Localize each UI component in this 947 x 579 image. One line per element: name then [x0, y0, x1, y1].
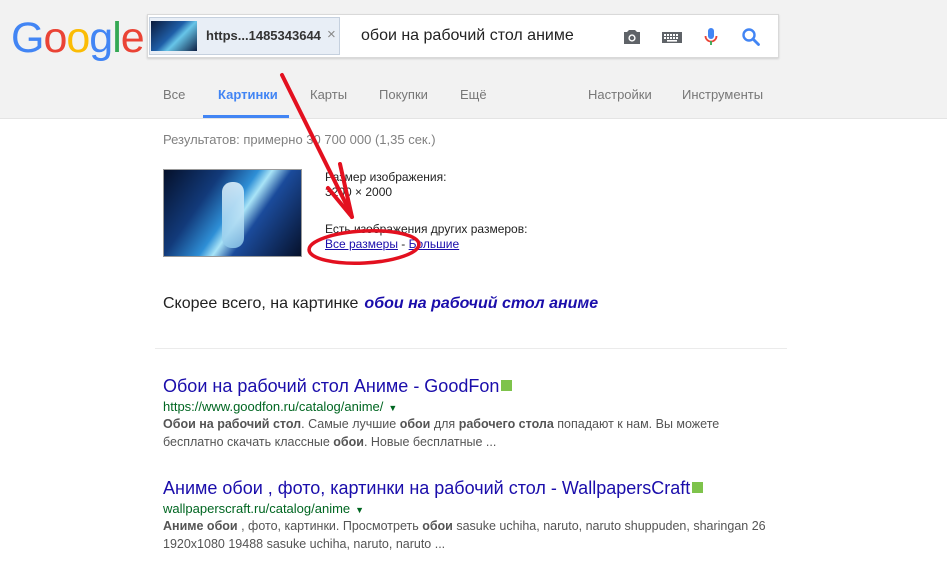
tab-all[interactable]: Все	[163, 87, 185, 102]
logo-letter: g	[89, 14, 113, 62]
result-title-link[interactable]: Обои на рабочий стол Аниме - GoodFon	[163, 376, 499, 396]
logo-letter: e	[120, 14, 145, 62]
result-title-link[interactable]: Аниме обои , фото, картинки на рабочий с…	[163, 478, 690, 498]
tools-link[interactable]: Инструменты	[682, 87, 763, 102]
active-tab-indicator	[203, 115, 289, 118]
cache-icon[interactable]	[501, 380, 513, 391]
result-stats: Результатов: примерно 30 700 000 (1,35 с…	[163, 132, 436, 147]
settings-link[interactable]: Настройки	[588, 87, 652, 102]
anime-figure-shape	[222, 182, 244, 248]
result-snippet: Аниме обои , фото, картинки. Просмотреть…	[163, 519, 766, 551]
search-tabs: Все Картинки Карты Покупки Ещё Настройки…	[0, 78, 947, 118]
other-sizes-label: Есть изображения других размеров:	[325, 222, 528, 236]
all-sizes-link[interactable]: Все размеры	[325, 237, 398, 251]
camera-icon[interactable]	[620, 25, 644, 49]
image-size-value: 3200 × 2000	[325, 185, 393, 199]
close-icon[interactable]: ×	[327, 26, 336, 43]
search-input[interactable]: обои на рабочий стол аниме	[361, 27, 574, 45]
logo-letter: G	[11, 14, 44, 62]
google-logo[interactable]: Google	[11, 13, 145, 63]
dropdown-arrow-icon[interactable]: ▼	[355, 505, 364, 515]
tab-images[interactable]: Картинки	[218, 87, 278, 102]
search-box[interactable]: https...1485343644 × обои на рабочий сто…	[147, 14, 779, 58]
mic-icon[interactable]	[699, 25, 723, 49]
size-link-separator: -	[397, 237, 409, 251]
tab-maps[interactable]: Карты	[310, 87, 347, 102]
image-chip-label: https...1485343644	[206, 28, 321, 43]
logo-letter: l	[112, 14, 122, 62]
search-result: Обои на рабочий стол Аниме - GoodFon htt…	[163, 376, 783, 451]
tab-shopping[interactable]: Покупки	[379, 87, 428, 102]
larger-sizes-link[interactable]: Большие	[409, 237, 460, 251]
best-guess-link[interactable]: обои на рабочий стол аниме	[364, 295, 598, 312]
result-url[interactable]: wallpaperscraft.ru/catalog/anime	[163, 501, 350, 516]
divider	[155, 348, 787, 349]
best-guess: Скорее всего, на картинке обои на рабочий…	[163, 295, 598, 313]
result-snippet: Обои на рабочий стол. Самые лучшие обои …	[163, 417, 720, 449]
logo-letter: o	[66, 14, 90, 62]
cache-icon[interactable]	[692, 482, 704, 493]
logo-letter: o	[43, 14, 67, 62]
result-url[interactable]: https://www.goodfon.ru/catalog/anime/	[163, 399, 383, 414]
tab-more[interactable]: Ещё	[460, 87, 487, 102]
query-image-thumbnail	[151, 21, 197, 51]
header: Google https...1485343644 × обои на рабо…	[0, 0, 947, 119]
keyboard-icon[interactable]	[660, 25, 684, 49]
search-icon[interactable]	[739, 25, 763, 49]
uploaded-image-thumbnail[interactable]	[163, 169, 302, 257]
best-guess-prefix: Скорее всего, на картинке	[163, 295, 359, 312]
image-size-label: Размер изображения:	[325, 170, 447, 184]
dropdown-arrow-icon[interactable]: ▼	[388, 403, 397, 413]
image-query-chip[interactable]: https...1485343644 ×	[149, 17, 340, 55]
search-result: Аниме обои , фото, картинки на рабочий с…	[163, 478, 783, 553]
size-links: Все размеры - Большие	[325, 237, 459, 251]
